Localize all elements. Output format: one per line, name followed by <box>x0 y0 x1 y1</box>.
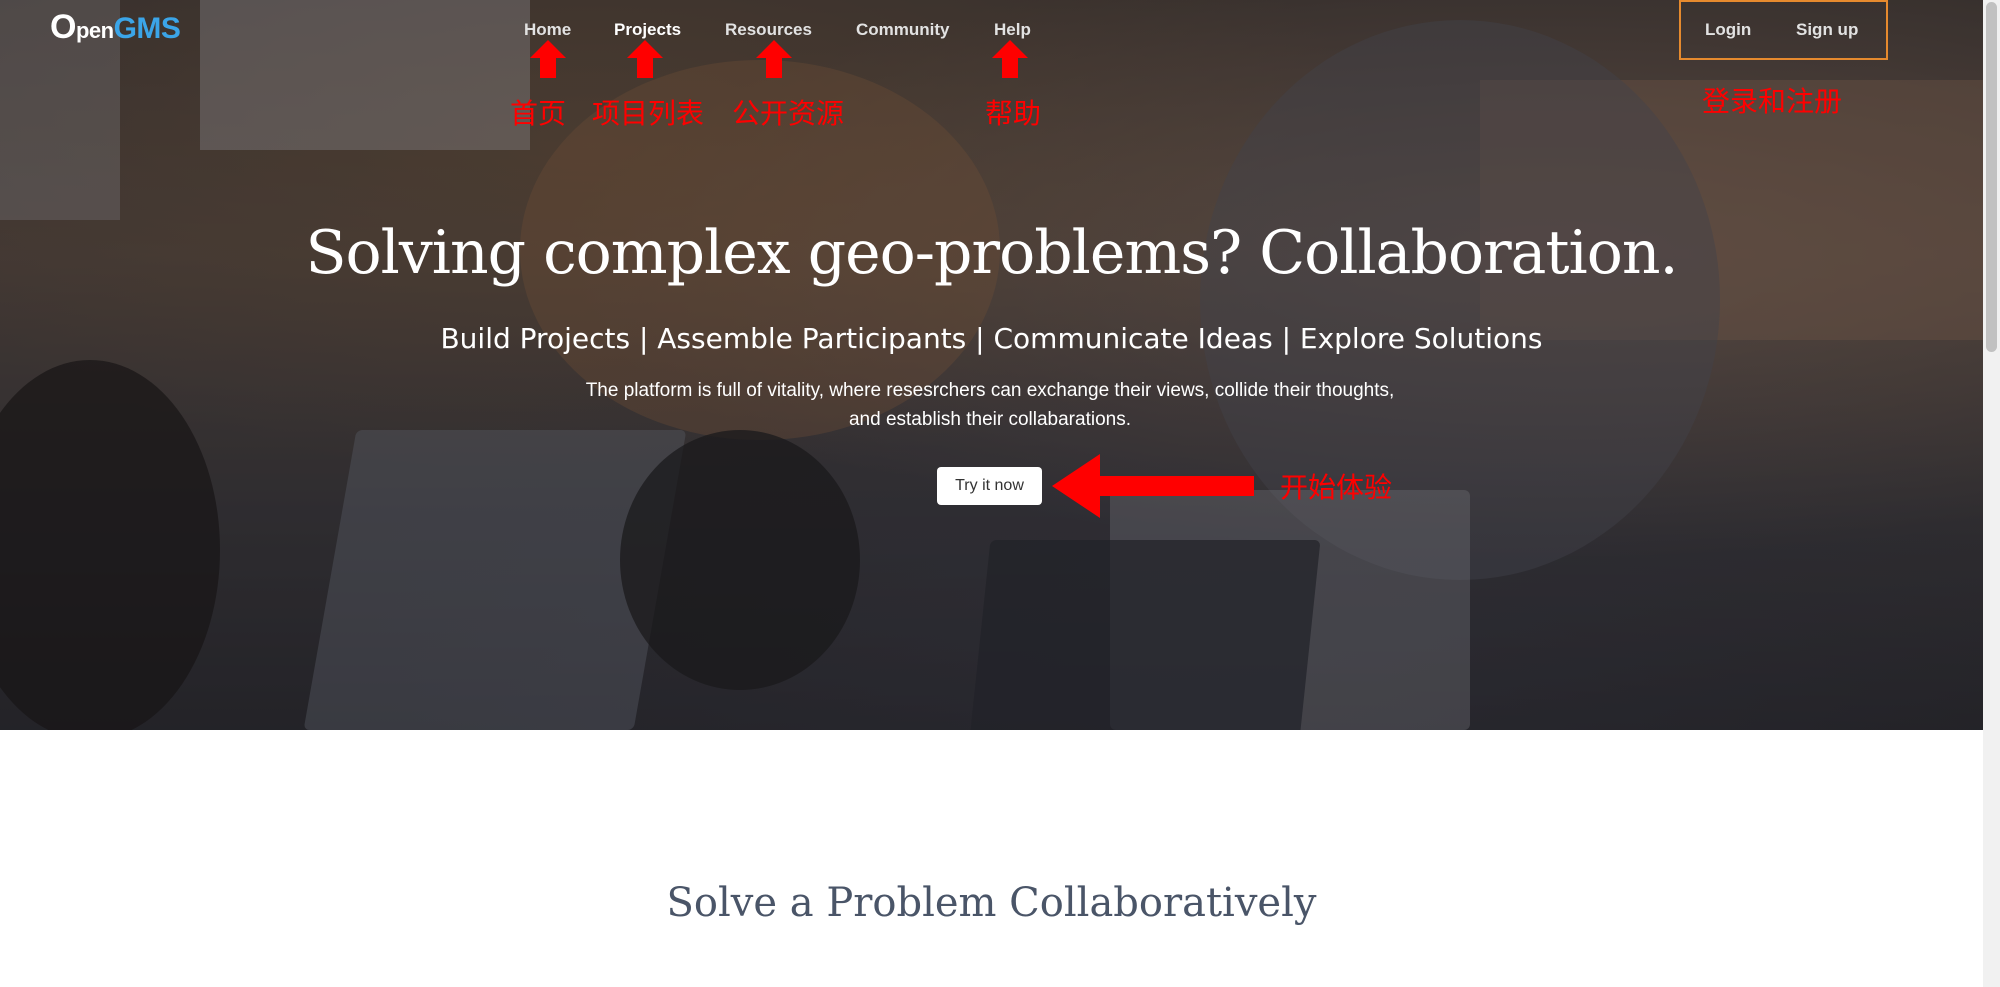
annotation-arrow-up-icon <box>756 40 792 78</box>
vertical-scrollbar[interactable] <box>1983 0 2000 987</box>
nav-help[interactable]: Help <box>994 20 1031 40</box>
hero-subtitle: Build Projects | Assemble Participants |… <box>440 322 1543 355</box>
logo-text-gms: GMS <box>113 12 181 45</box>
hero-description-line: The platform is full of vitality, where … <box>585 380 1395 401</box>
annotation-resources: 公开资源 <box>732 97 845 130</box>
nav-resources[interactable]: Resources <box>725 20 812 40</box>
section-title: Solve a Problem Collaboratively <box>666 880 1317 926</box>
login-link[interactable]: Login <box>1705 20 1751 40</box>
hero-banner: OpenGMS Home Projects Resources Communit… <box>0 0 1983 730</box>
annotation-arrow-up-icon <box>530 40 566 78</box>
logo-text-pen: pen <box>75 18 114 43</box>
signup-link[interactable]: Sign up <box>1796 20 1858 40</box>
annotation-help: 帮助 <box>985 97 1042 130</box>
nav-community[interactable]: Community <box>856 20 950 40</box>
nav-home[interactable]: Home <box>524 20 571 40</box>
annotation-auth: 登录和注册 <box>1702 85 1843 118</box>
scrollbar-thumb[interactable] <box>1986 2 1997 352</box>
annotation-arrow-up-icon <box>992 40 1028 78</box>
opengms-logo[interactable]: OpenGMS <box>50 8 181 47</box>
hero-description-line: and establish their collabarations. <box>848 409 1131 430</box>
annotation-cta: 开始体验 <box>1280 471 1393 504</box>
hero-description: The platform is full of vitality, where … <box>540 376 1440 434</box>
try-it-now-button[interactable]: Try it now <box>937 467 1042 505</box>
page: OpenGMS Home Projects Resources Communit… <box>0 0 2000 987</box>
annotation-arrow-up-icon <box>627 40 663 78</box>
annotation-projects: 项目列表 <box>592 97 705 130</box>
hero-title: Solving complex geo-problems? Collaborat… <box>305 218 1678 288</box>
annotation-home: 首页 <box>510 97 567 130</box>
annotation-arrow-left-icon <box>1052 454 1254 518</box>
logo-letter-o: O <box>50 8 76 46</box>
nav-projects[interactable]: Projects <box>614 20 681 40</box>
